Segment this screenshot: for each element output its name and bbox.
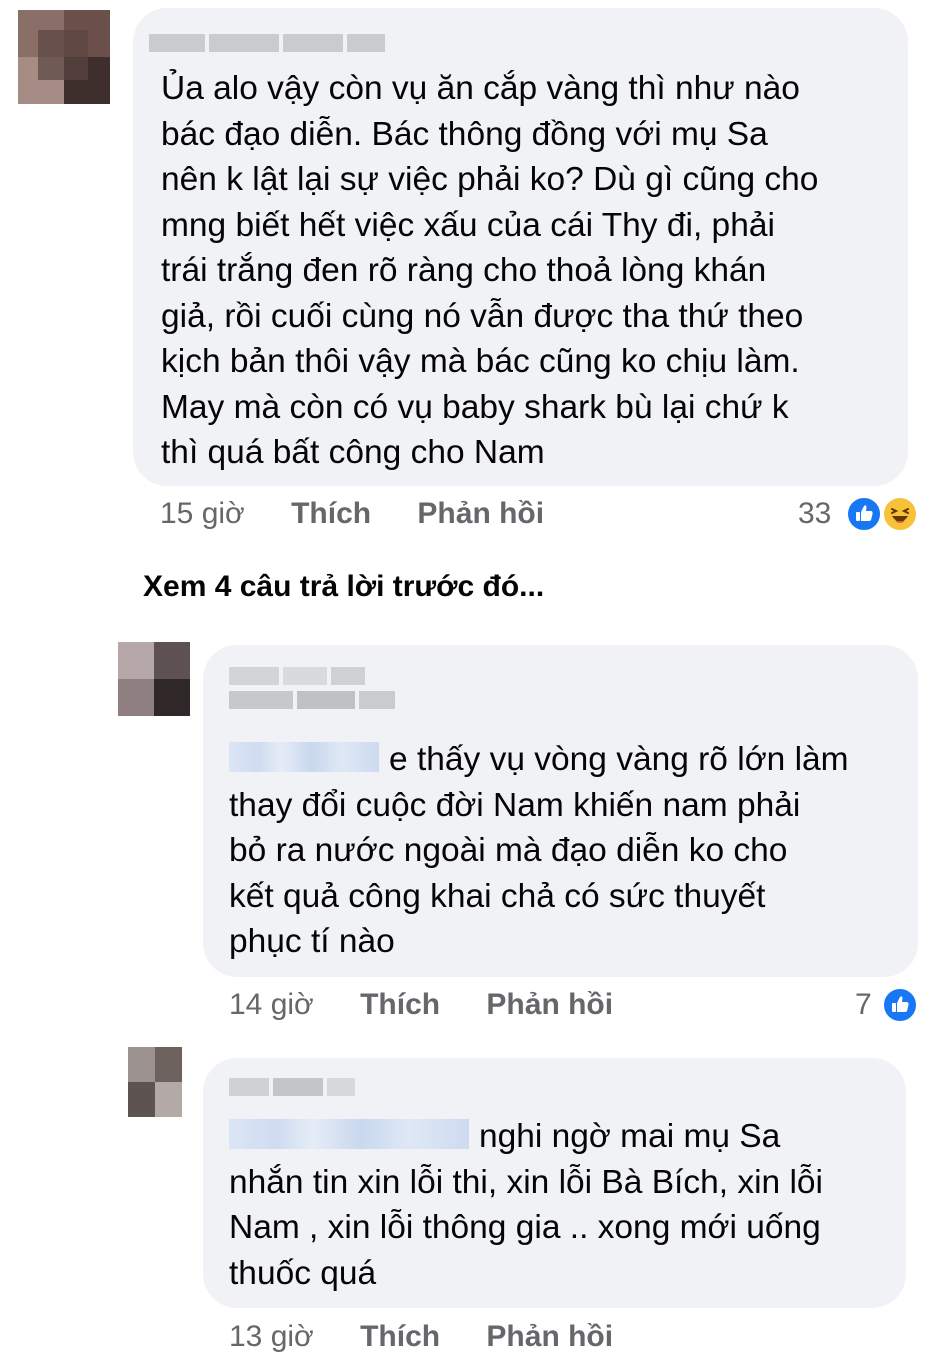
- like-icon: [882, 987, 918, 1023]
- comment-meta: 15 giờ Thích Phản hồi: [160, 497, 544, 531]
- comment-bubble: nghi ngờ mai mụ Sa nhắn tin xin lỗi thi,…: [203, 1058, 906, 1308]
- comment-time[interactable]: 13 giờ: [229, 1320, 314, 1353]
- comment-text: nghi ngờ mai mụ Sa nhắn tin xin lỗi thi,…: [229, 1118, 824, 1292]
- like-icon: [846, 496, 882, 532]
- comment-time[interactable]: 14 giờ: [229, 988, 314, 1021]
- comment-bubble: e thấy vụ vòng vàng rõ lớn làm thay đổi …: [203, 645, 918, 977]
- like-button[interactable]: Thích: [360, 988, 440, 1021]
- reply-button[interactable]: Phản hồi: [417, 497, 544, 530]
- avatar[interactable]: [18, 10, 110, 104]
- reply-button[interactable]: Phản hồi: [486, 988, 613, 1021]
- avatar[interactable]: [128, 1047, 182, 1117]
- like-button[interactable]: Thích: [291, 497, 371, 530]
- comment-bubble: Ủa alo vậy còn vụ ăn cắp vàng thì như nà…: [133, 8, 908, 486]
- avatar[interactable]: [118, 642, 190, 716]
- reaction-count[interactable]: 33: [798, 497, 831, 531]
- comment-text: Ủa alo vậy còn vụ ăn cắp vàng thì như nà…: [161, 70, 819, 471]
- view-previous-replies-link[interactable]: Xem 4 câu trả lời trước đó...: [143, 570, 544, 604]
- like-button[interactable]: Thích: [360, 1320, 440, 1353]
- comment-text: e thấy vụ vòng vàng rõ lớn làm thay đổi …: [229, 741, 849, 960]
- comment-meta: 14 giờ Thích Phản hồi: [229, 988, 613, 1022]
- author-name-blurred[interactable]: [229, 1078, 355, 1096]
- comment-time[interactable]: 15 giờ: [160, 497, 245, 530]
- author-name-blurred[interactable]: [229, 667, 395, 709]
- tagged-user-blurred[interactable]: [229, 1119, 469, 1150]
- haha-icon: [882, 496, 918, 532]
- author-name-blurred[interactable]: [149, 34, 385, 52]
- reply-button[interactable]: Phản hồi: [486, 1320, 613, 1353]
- comment-meta: 13 giờ Thích Phản hồi: [229, 1320, 613, 1354]
- reaction-count[interactable]: 7: [855, 988, 872, 1022]
- tagged-user-blurred[interactable]: [229, 742, 379, 773]
